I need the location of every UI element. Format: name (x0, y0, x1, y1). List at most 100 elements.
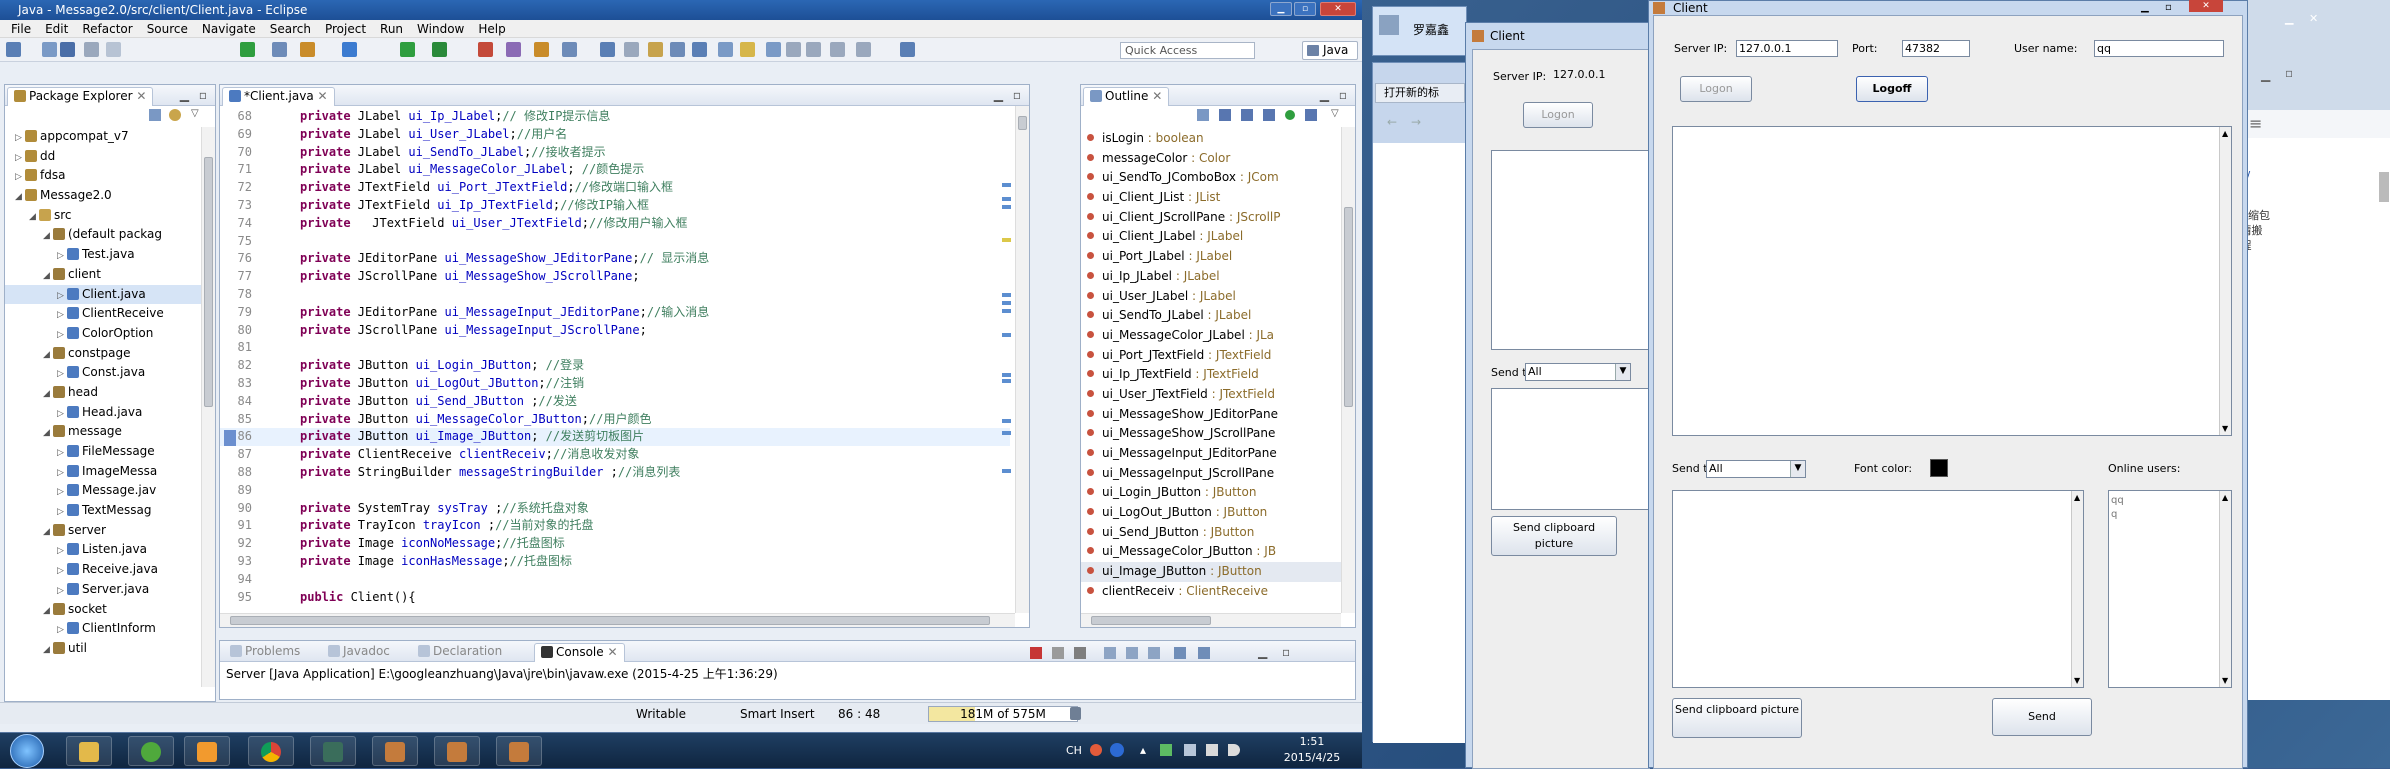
code-line[interactable]: 90 private SystemTray sysTray ;//系统托盘对象 (220, 500, 1010, 518)
code-line[interactable]: 72 private JTextField ui_Port_JTextField;… (220, 179, 1010, 197)
tree-item[interactable]: ◢ message (5, 422, 201, 442)
send-to-select[interactable]: All ▼ (1525, 363, 1631, 381)
separator-icon[interactable] (106, 42, 121, 57)
code-line[interactable]: 89 (220, 482, 1010, 500)
tree-item[interactable]: ◢ socket (5, 600, 201, 620)
outline-item[interactable]: ui_Port_JTextField : JTextField (1081, 346, 1341, 366)
tree-item[interactable]: ◢ util (5, 639, 201, 659)
sort-icon[interactable] (1197, 109, 1209, 121)
outline-hscrollbar[interactable] (1081, 613, 1341, 627)
mark-occurrences-icon[interactable] (670, 42, 685, 57)
server-ip-field[interactable]: 127.0.0.1 (1551, 67, 1647, 85)
volume-icon[interactable] (1228, 744, 1240, 756)
code-line[interactable]: 68 private JLabel ui_Ip_JLabel;// 修改IP提示信… (220, 108, 1010, 126)
toggle-breakpoint-icon[interactable] (300, 42, 315, 57)
previous-annotation-icon[interactable] (766, 42, 781, 57)
browser-scrollbar[interactable] (2379, 172, 2389, 202)
forward-icon[interactable]: → (1411, 115, 1421, 129)
outline-item[interactable]: ui_Client_JScrollPane : JScrollP (1081, 208, 1341, 228)
maximize-button[interactable]: ▫ (2165, 1, 2172, 15)
outline-item[interactable]: ui_MessageInput_JScrollPane (1081, 464, 1341, 484)
message-input[interactable]: ▲ ▼ (1672, 490, 2084, 688)
heap-status[interactable]: 181M of 575M (928, 706, 1078, 722)
tree-item[interactable]: ◢ client (5, 265, 201, 285)
menu-navigate[interactable]: Navigate (195, 20, 263, 37)
hide-local-types-icon[interactable] (1285, 110, 1295, 120)
editor-vscrollbar[interactable] (1015, 106, 1029, 613)
code-line[interactable]: 86 private JButton ui_Image_JButton; //发送… (220, 428, 1010, 447)
maximize-view-icon[interactable]: ▫ (1282, 645, 1290, 659)
taskbar-chrome[interactable] (248, 736, 294, 766)
outline-scrollbar[interactable] (1341, 127, 1355, 613)
logoff-button[interactable]: Logoff (1856, 76, 1928, 102)
outline-item[interactable]: messageColor : Color (1081, 149, 1341, 169)
taskbar-app-orange[interactable] (184, 736, 230, 766)
tree-item[interactable]: ◢ src (5, 206, 201, 226)
tree-item[interactable]: ▷ Message.jav (5, 481, 201, 501)
menu-edit[interactable]: Edit (38, 20, 75, 37)
annotation-icon[interactable] (648, 42, 663, 57)
menu-refactor[interactable]: Refactor (75, 20, 139, 37)
outline-item[interactable]: ui_Login_JButton : JButton (1081, 483, 1341, 503)
menu-icon[interactable]: ≡ (2249, 114, 2262, 133)
code-line[interactable]: 69 private JLabel ui_User_JLabel;//用户名 (220, 126, 1010, 144)
logon-button[interactable]: Logon (1523, 102, 1593, 128)
outline-item[interactable]: isLogin : boolean (1081, 129, 1341, 149)
maximize-view-icon[interactable]: ▫ (199, 85, 207, 105)
close-button[interactable]: ✕ (2309, 12, 2318, 25)
tray-app-icon[interactable] (1160, 744, 1172, 756)
minimize-view-icon[interactable]: ▁ (1320, 85, 1329, 105)
tree-item[interactable]: ▷ Server.java (5, 580, 201, 600)
outline-item[interactable]: ui_SendTo_JLabel : JLabel (1081, 306, 1341, 326)
code-line[interactable]: 70 private JLabel ui_SendTo_JLabel;//接收者提… (220, 144, 1010, 162)
print-icon[interactable] (84, 42, 99, 57)
minimize-button[interactable]: ▁ (2285, 12, 2293, 25)
code-line[interactable]: 91 private TrayIcon trayIcon ;//当前对象的托盘 (220, 517, 1010, 535)
collapse-all-icon[interactable] (149, 109, 161, 121)
client1-titlebar[interactable]: Client (1466, 23, 1649, 49)
open-task-icon[interactable] (624, 42, 639, 57)
code-line[interactable]: 71 private JLabel ui_MessageColor_JLabel;… (220, 161, 1010, 179)
last-edit-icon[interactable] (786, 42, 801, 57)
gc-trash-icon[interactable] (1070, 707, 1081, 720)
tree-item[interactable]: ▷ Receive.java (5, 560, 201, 580)
outline-item[interactable]: ui_Port_JLabel : JLabel (1081, 247, 1341, 267)
new-java-project-icon[interactable] (342, 42, 357, 57)
send-button[interactable]: Send (1992, 698, 2092, 736)
code-line[interactable]: 83 private JButton ui_LogOut_JButton;//注销 (220, 375, 1010, 393)
outline-item[interactable]: ui_Client_JLabel : JLabel (1081, 227, 1341, 247)
menu-project[interactable]: Project (318, 20, 373, 37)
terminate-icon[interactable] (1030, 647, 1042, 659)
outline-item[interactable]: ui_Image_JButton : JButton (1081, 562, 1341, 582)
tree-item[interactable]: ◢ server (5, 521, 201, 541)
menu-run[interactable]: Run (373, 20, 410, 37)
tree-item[interactable]: ▷ Const.java (5, 363, 201, 383)
outline-item[interactable]: clientReceiv : ClientReceive (1081, 582, 1341, 602)
code-line[interactable]: 80 private JScrollPane ui_MessageInput_JS… (220, 322, 1010, 340)
outline-item[interactable]: ui_MessageColor_JLabel : JLa (1081, 326, 1341, 346)
outline-item[interactable]: ui_Ip_JLabel : JLabel (1081, 267, 1341, 287)
code-line[interactable]: 75 (220, 233, 1010, 251)
tree-item[interactable]: ▷ Client.java (5, 284, 201, 305)
minimize-button[interactable]: ▁ (1270, 2, 1292, 16)
tab-problems[interactable]: Problems (224, 643, 306, 662)
tab-outline[interactable]: Outline ✕ (1083, 87, 1170, 106)
clock-date[interactable]: 2015/4/25 (1272, 751, 1352, 764)
java-perspective-button[interactable]: Java (1302, 41, 1358, 60)
close-tab-icon[interactable]: ✕ (318, 89, 328, 103)
remove-launch-icon[interactable] (1052, 647, 1064, 659)
input-language[interactable]: CH (1066, 744, 1082, 757)
new-package-icon[interactable] (506, 42, 521, 57)
tab-package-explorer[interactable]: Package Explorer ✕ (7, 87, 154, 106)
new-icon[interactable] (6, 42, 21, 57)
link-icon[interactable] (1305, 109, 1317, 121)
maximize-button[interactable]: ▫ (2285, 66, 2293, 80)
code-line[interactable]: 84 private JButton ui_Send_JButton ;//发送 (220, 393, 1010, 411)
open-console-icon[interactable] (1198, 647, 1210, 659)
new-class-icon[interactable] (534, 42, 549, 57)
back-icon[interactable] (806, 42, 821, 57)
outline-item[interactable]: ui_User_JLabel : JLabel (1081, 287, 1341, 307)
minimize-button[interactable]: ▁ (2261, 68, 2270, 82)
tree-item[interactable]: ▷ Head.java (5, 403, 201, 423)
open-type-icon[interactable] (562, 42, 577, 57)
